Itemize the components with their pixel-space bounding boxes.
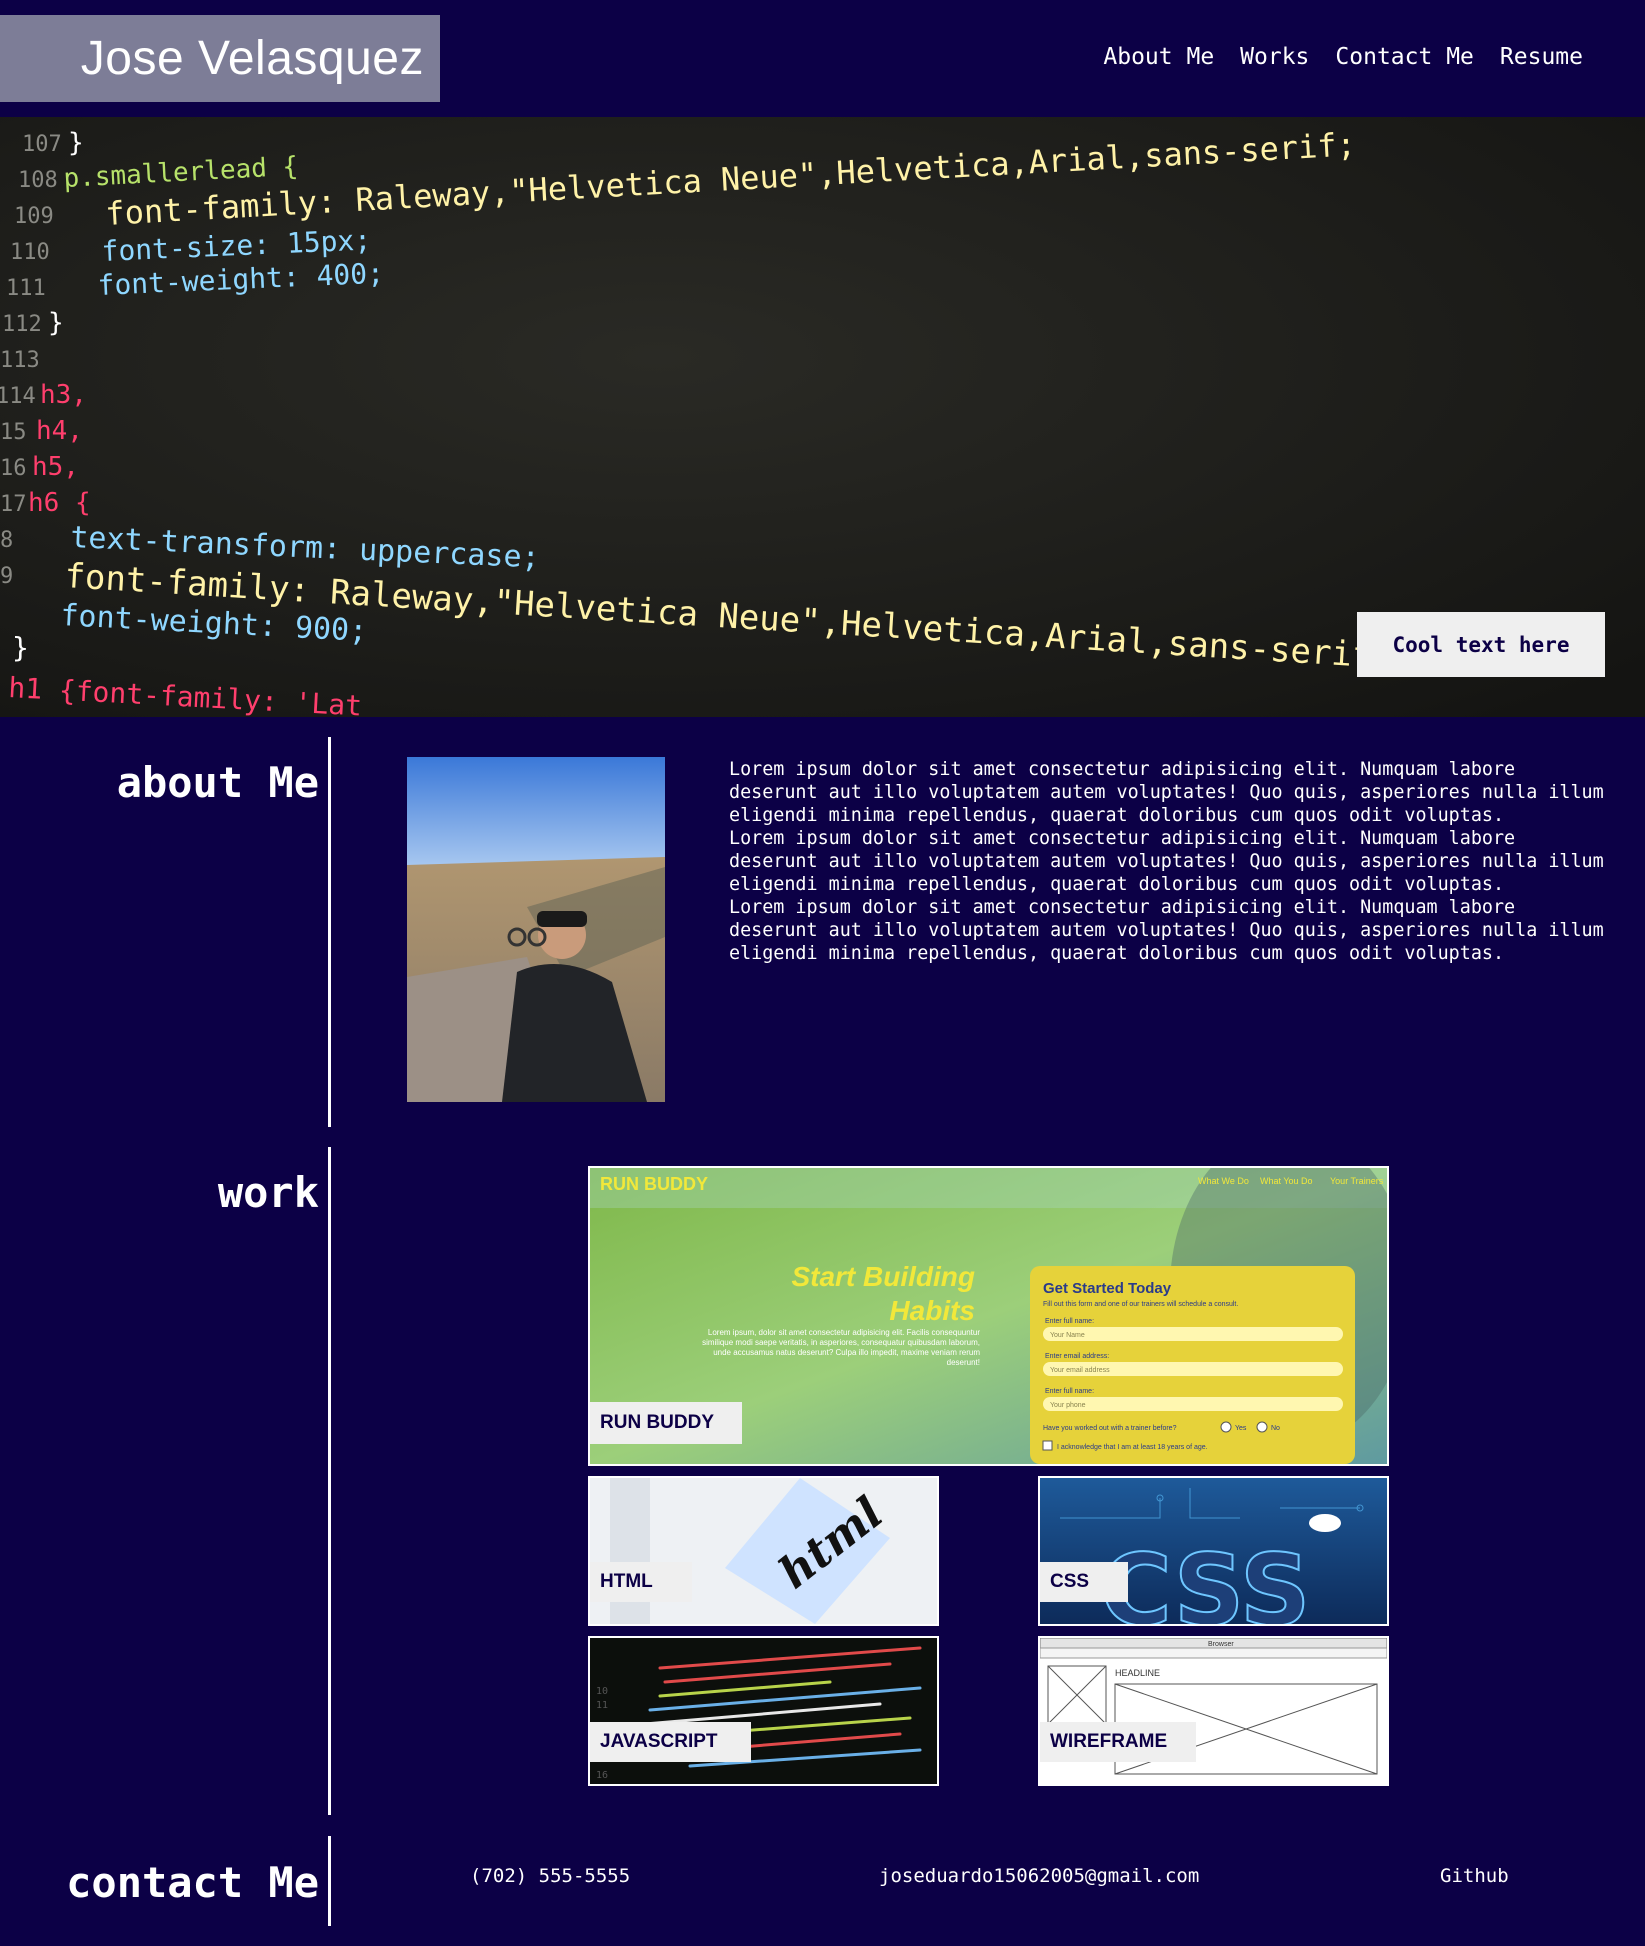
html-preview: html [590,1478,937,1624]
code-line: h4, [36,416,83,446]
code-line: h3, [40,380,87,410]
rb-question: Have you worked out with a trainer befor… [1043,1425,1177,1432]
site-title: Jose Velasquez [80,32,424,85]
code-line: h5, [32,452,79,482]
about-divider [328,737,331,1127]
cool-text-button[interactable]: Cool text here [1357,612,1605,677]
code-line-number: 109 [14,204,54,229]
code-line: } [68,128,84,158]
rb-headline: Habits [889,1295,975,1326]
code-line-number: 113 [0,348,40,373]
svg-text:16: 16 [596,1770,608,1781]
rb-placeholder: Your Name [1050,1332,1085,1339]
javascript-preview: 10 11 16 [590,1638,937,1784]
nav-about-me[interactable]: About Me [1103,44,1214,70]
rb-label: Enter full name: [1045,1388,1094,1395]
contact-phone[interactable]: (702) 555-5555 [470,1865,630,1887]
project-label: RUN BUDDY [590,1402,742,1444]
code-line-number: 108 [18,168,58,193]
project-card-run-buddy[interactable]: RUN BUDDY What We Do What You Do Your Tr… [588,1166,1389,1466]
about-paragraph: Lorem ipsum dolor sit amet consectetur a… [729,897,1604,964]
project-label: CSS [1040,1562,1128,1602]
project-card-javascript[interactable]: 10 11 16 JAVASCRIPT [588,1636,939,1786]
code-line-number: 8 [0,528,13,553]
rb-placeholder: Your phone [1050,1402,1086,1409]
work-section-title: work [217,1168,319,1217]
code-line-number: 17 [0,492,27,517]
project-label: JAVASCRIPT [590,1722,751,1762]
rb-no: No [1271,1425,1280,1432]
wireframe-preview: Browser HEADLINE [1040,1638,1387,1784]
work-divider [328,1147,331,1815]
contact-github-link[interactable]: Github [1440,1865,1509,1887]
rb-form-title: Get Started Today [1043,1280,1172,1297]
css-preview: CSS [1040,1478,1387,1624]
nav-contact-me[interactable]: Contact Me [1335,44,1473,70]
rb-yes: Yes [1235,1425,1247,1432]
code-line-number: 112 [2,312,42,337]
contact-email[interactable]: joseduardo15062005@gmail.com [879,1865,1199,1887]
rb-placeholder: Your email address [1050,1367,1110,1374]
code-line-number: 9 [0,564,13,589]
about-paragraph: Lorem ipsum dolor sit amet consectetur a… [729,759,1604,826]
project-label: HTML [590,1562,692,1602]
profile-photo [407,757,665,1102]
about-paragraph: Lorem ipsum dolor sit amet consectetur a… [729,828,1604,895]
rb-blurb: Lorem ipsum, dolor sit amet consectetur … [702,1328,980,1367]
code-line: h6 { [28,488,91,518]
rb-form-sub: Fill out this form and one of our traine… [1043,1301,1238,1308]
site-header: Jose Velasquez About Me Works Contact Me… [0,0,1645,117]
project-card-css[interactable]: CSS CSS [1038,1476,1389,1626]
code-line-number: 15 [0,420,27,445]
nav-resume[interactable]: Resume [1500,44,1583,70]
contact-divider [328,1836,331,1926]
about-section-title: about Me [116,758,319,807]
code-line: } [48,308,64,338]
rb-brand: RUN BUDDY [600,1174,708,1194]
code-line-number: 107 [22,132,62,157]
rb-nav: What We Do [1198,1176,1249,1186]
contact-section-title: contact Me [66,1858,319,1907]
code-line: } [12,631,29,664]
brand-box: Jose Velasquez [0,15,440,102]
wireframe-browser-label: Browser [1208,1641,1234,1648]
svg-text:11: 11 [596,1700,608,1711]
code-line-number: 111 [6,276,46,301]
code-line-number: 16 [0,456,27,481]
project-card-html[interactable]: html HTML [588,1476,939,1626]
wireframe-headline: HEADLINE [1115,1668,1160,1678]
rb-nav: Your Trainers [1330,1176,1384,1186]
rb-nav: What You Do [1260,1176,1313,1186]
css-big-text: CSS [1100,1534,1311,1624]
project-label: WIREFRAME [1040,1722,1196,1762]
main-nav: About Me Works Contact Me Resume [1103,44,1583,70]
rb-label: Enter full name: [1045,1318,1094,1325]
code-line-number: 110 [10,240,50,265]
nav-works[interactable]: Works [1240,44,1309,70]
code-line-number: 114 [0,384,36,409]
about-text: Lorem ipsum dolor sit amet consectetur a… [729,758,1614,965]
svg-text:10: 10 [596,1686,608,1697]
rb-ack: I acknowledge that I am at least 18 year… [1057,1444,1208,1451]
rb-label: Enter email address: [1045,1353,1109,1360]
project-card-wireframe[interactable]: Browser HEADLINE WIREFRAME [1038,1636,1389,1786]
rb-headline: Start Building [791,1261,975,1292]
